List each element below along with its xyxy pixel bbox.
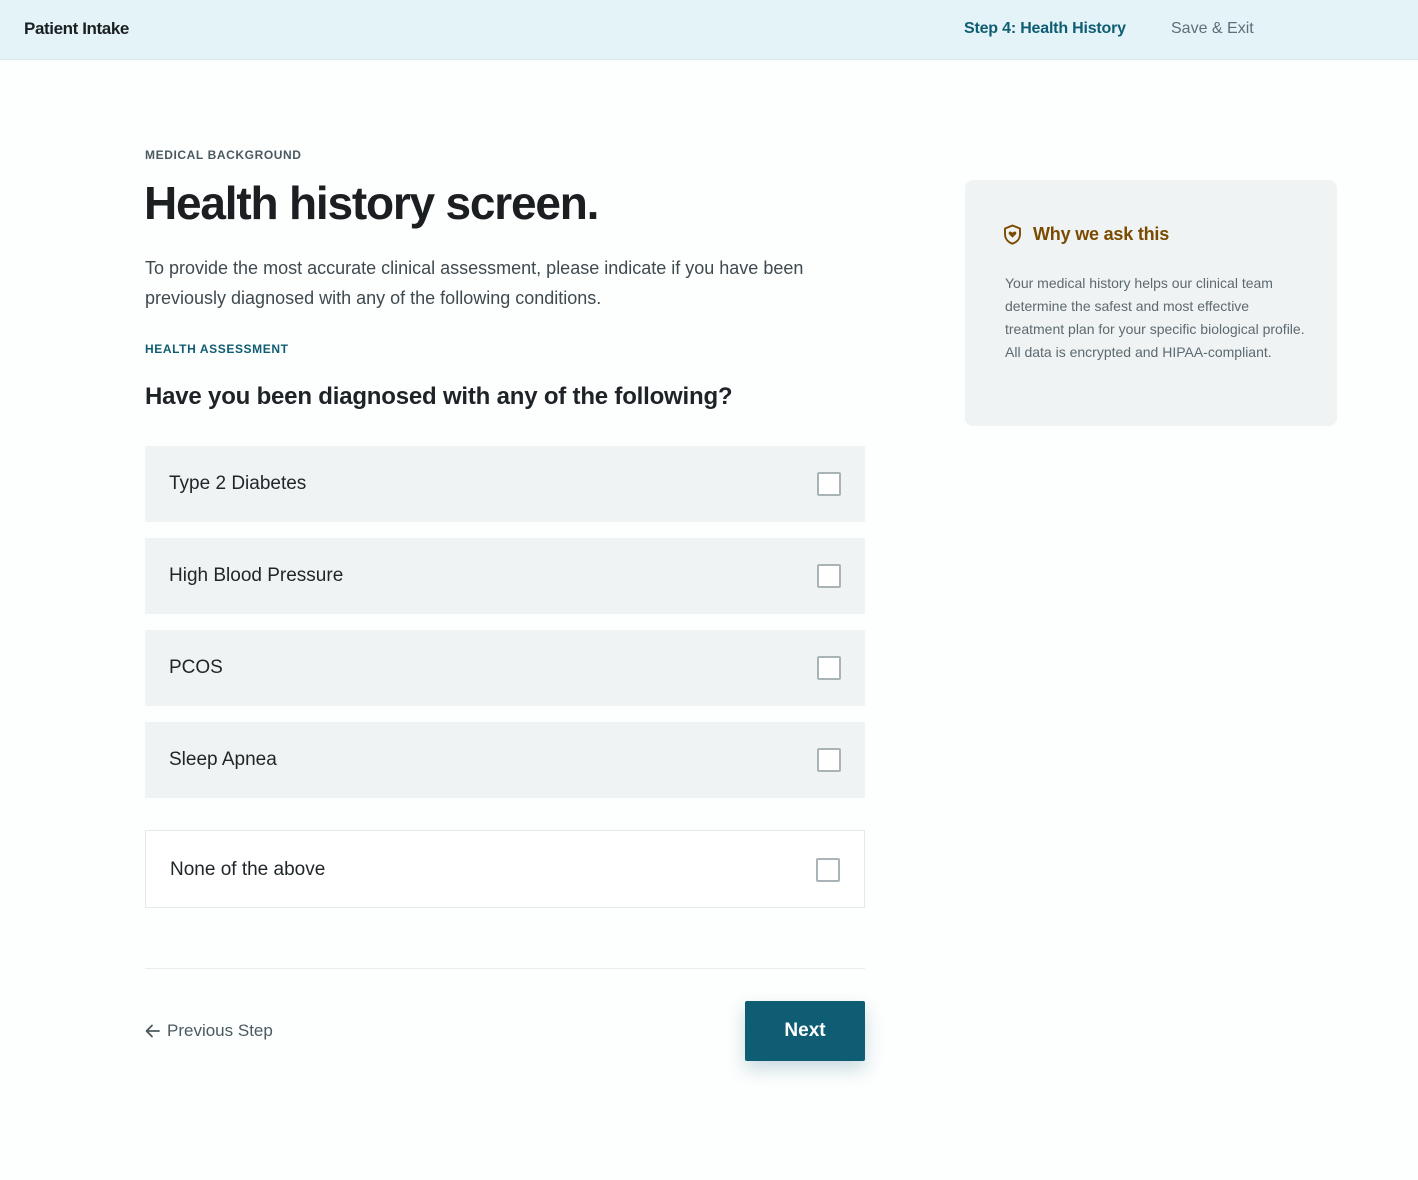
- panel-body-text: Your medical history helps our clinical …: [1005, 275, 1305, 360]
- condition-option-pcos[interactable]: PCOS: [145, 630, 865, 706]
- next-button[interactable]: Next: [745, 1001, 865, 1061]
- checkbox[interactable]: [817, 564, 841, 588]
- previous-step-label: Previous Step: [167, 1021, 273, 1040]
- question-heading: Have you been diagnosed with any of the …: [145, 383, 733, 410]
- panel-header: Why we ask this: [1003, 224, 1169, 245]
- panel-title: Why we ask this: [1033, 224, 1170, 244]
- why-we-ask-panel: Why we ask this Your medical history hel…: [965, 180, 1337, 426]
- section-label: HEALTH ASSESSMENT: [145, 342, 289, 356]
- brand-logo: Patient Intake: [24, 19, 129, 38]
- option-label: High Blood Pressure: [169, 565, 344, 586]
- arrow-left-icon: [145, 1024, 160, 1038]
- save-exit-link[interactable]: Save & Exit: [1171, 20, 1254, 38]
- option-label: None of the above: [170, 859, 326, 880]
- checkbox[interactable]: [817, 748, 841, 772]
- intro-text: To provide the most accurate clinical as…: [145, 258, 804, 308]
- section-eyebrow: MEDICAL BACKGROUND: [145, 148, 302, 162]
- checkbox[interactable]: [816, 858, 840, 882]
- top-navigation-bar: Patient Intake Step 4: Health History Sa…: [0, 0, 1418, 60]
- condition-option-high-blood-pressure[interactable]: High Blood Pressure: [145, 538, 865, 614]
- checkbox[interactable]: [817, 656, 841, 680]
- page-title: Health history screen.: [144, 177, 599, 229]
- footer-divider: [145, 968, 865, 969]
- condition-option-type-2-diabetes[interactable]: Type 2 Diabetes: [145, 446, 865, 522]
- condition-option-sleep-apnea[interactable]: Sleep Apnea: [145, 722, 865, 798]
- checkbox[interactable]: [817, 472, 841, 496]
- option-label: PCOS: [169, 657, 223, 678]
- option-label: Sleep Apnea: [169, 749, 277, 770]
- shield-heart-icon: [1004, 224, 1021, 245]
- previous-step-button[interactable]: Previous Step: [145, 1021, 273, 1041]
- step-indicator: Step 4: Health History: [964, 20, 1126, 37]
- none-of-the-above-option[interactable]: None of the above: [145, 830, 865, 908]
- option-label: Type 2 Diabetes: [169, 473, 307, 494]
